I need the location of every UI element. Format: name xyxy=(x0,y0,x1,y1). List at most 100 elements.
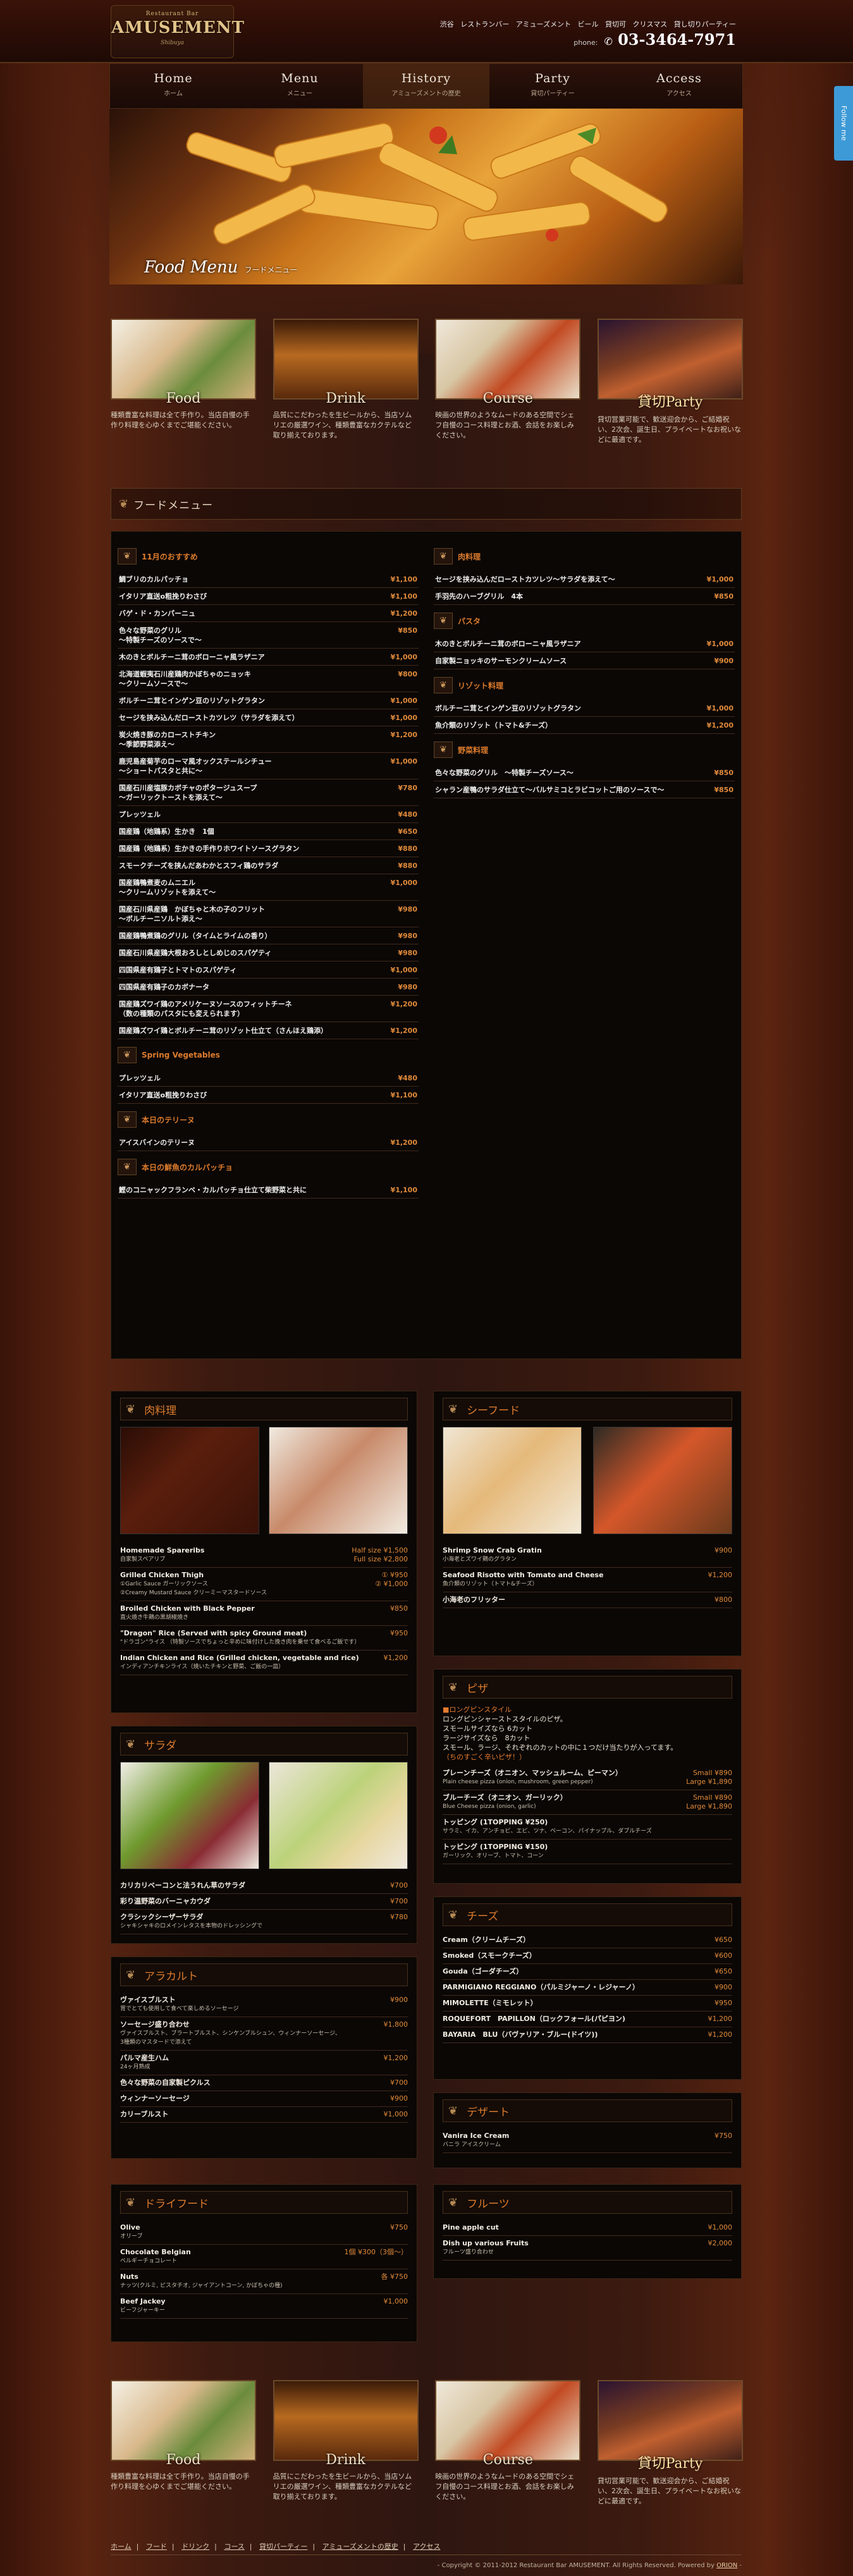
phone-icon: ✆ xyxy=(604,35,613,47)
menu-item-price: ¥880 xyxy=(398,845,417,853)
menu-item-name: シャラン産鴨のサラダ仕立て〜バルサミコとラビコットご用のソースで〜 xyxy=(435,786,665,794)
menu-item-name: Vanira Ice Cream xyxy=(443,2132,510,2140)
menu-row: Indian Chicken and Rice (Grilled chicken… xyxy=(120,1651,408,1675)
footer-link[interactable]: ドリンク xyxy=(181,2542,209,2551)
phone-number[interactable]: 03-3464-7971 xyxy=(618,30,736,49)
category-course[interactable]: Course 映画の世界のようなムードのある空間でシェフ自慢のコース料理とお酒、… xyxy=(435,2380,581,2506)
menu-item-text: クラシックシーザーサラダ シャキシャキのロメインレタスを本物のドレッシングで xyxy=(120,1913,262,1931)
menu-item-name: ヴァイスブルスト xyxy=(120,1996,176,2004)
menu-item-text: Nuts ナッツ(クルミ, ピスタチオ, ジャイアントコーン, かぼちゃの種) xyxy=(120,2273,283,2290)
ornament-icon: ❦ xyxy=(434,548,453,565)
nav-access[interactable]: Access アクセス xyxy=(616,64,742,108)
menu-item-price: ¥1,000 xyxy=(390,697,417,705)
dish-photo xyxy=(120,1427,259,1534)
site-logo[interactable]: Restaurant Bar AMUSEMENT Shibuya xyxy=(111,5,244,58)
menu-item-name: 魚介類のリゾット（トマト&チーズ） xyxy=(435,721,553,729)
menu-item-price: ¥650 xyxy=(715,1967,732,1975)
menu-item-price: ¥750 xyxy=(715,2132,732,2140)
nav-label-en: Access xyxy=(656,71,702,85)
ornament-icon: ❦ xyxy=(448,2104,458,2118)
menu-item-text: Vanira Ice Cream バニラ アイスクリーム xyxy=(443,2132,509,2149)
menu-row: MIMOLETTE（ミモレット） ¥950 xyxy=(443,1996,732,2011)
cheese-box: ❦ チーズ Cream（クリームチーズ） ¥650 Smoked（スモークチーズ） ¥60… xyxy=(433,1896,742,2080)
category-party[interactable]: 貸切Party 貸切営業可能で、歓送迎会から、ご結婚祝い、2次会、誕生日、プライ… xyxy=(597,319,743,445)
menu-item-name: イタリア直送o粗挽りわさび xyxy=(119,1091,207,1099)
category-party[interactable]: 貸切Party 貸切営業可能で、歓送迎会から、ご結婚祝い、2次会、誕生日、プライ… xyxy=(597,2380,743,2506)
top-link[interactable]: クリスマス xyxy=(632,20,667,28)
menu-item-text: Pine apple cut xyxy=(443,2223,499,2232)
nav-label-ja: ホーム xyxy=(164,90,183,97)
category-drink[interactable]: Drink 品質にこだわったを生ビールから、当店ソムリエの厳選ワイン、種類豊富な… xyxy=(273,319,419,445)
menu-row: 国産石川県産鶏 かぼちゃと木の子のフリット 〜ボルチーニソルト添え〜 ¥980 xyxy=(118,901,419,927)
menu-item-price: ¥1,200 xyxy=(390,1000,417,1008)
top-link[interactable]: 渋谷 xyxy=(440,20,454,28)
menu-item-price: ¥1,000 xyxy=(390,966,417,974)
footer-link[interactable]: ホーム xyxy=(111,2542,132,2551)
menu-item-text: Dish up various Fruits フルーツ盛り合わせ xyxy=(443,2239,529,2257)
menu-item-price: ¥950 xyxy=(390,1629,408,1637)
category-food[interactable]: Food 種類豊富な料理は全て手作り。当店自慢の手作り料理を心ゆくまでご堪能くだ… xyxy=(111,2380,256,2506)
menu-row: 鹿児島産菊芋のローマ風オックステールシチュー 〜ショートパスタと共に〜 ¥1,00… xyxy=(118,753,419,779)
menu-item-price: ¥1,000 xyxy=(383,2110,408,2118)
box-title: チーズ xyxy=(467,1910,499,1923)
menu-group-title: 11月のおすすめ xyxy=(142,552,198,561)
nav-label-en: Home xyxy=(154,71,193,85)
menu-row: 四国県産有鶏子とトマトのスパゲティ ¥1,000 xyxy=(118,961,419,979)
menu-item-name: 国産鶏鴨煮麦のムニエル 〜クリームリゾットを添えて〜 xyxy=(119,879,216,896)
top-link[interactable]: ビール xyxy=(577,20,598,28)
category-drink[interactable]: Drink 品質にこだわったを生ビールから、当店ソムリエの厳選ワイン、種類豊富な… xyxy=(273,2380,419,2506)
menu-row: スモークチーズを挟んだあわかとスフィ鶏のサラダ ¥880 xyxy=(118,857,419,874)
ornament-icon: ❦ xyxy=(118,548,137,565)
menu-item-desc: ヴァイスブルスト、ブラートブルスト、シンケンブルシュン、ウィンナーソーセージ、 … xyxy=(120,2030,341,2046)
menu-row: 国産鶏ズワイ鶏とボルチーニ茸のリゾット仕立て（さんほえ鶏添） ¥1,200 xyxy=(118,1022,419,1039)
ornament-icon: ❦ xyxy=(126,2195,136,2209)
menu-item-name: アイスバインのテリーヌ xyxy=(119,1138,195,1147)
menu-item-price: ¥800 xyxy=(715,1596,732,1604)
nav-party[interactable]: Party 貸切パーティー xyxy=(489,64,616,108)
menu-item-text: Cream（クリームチーズ） xyxy=(443,1936,530,1944)
menu-row: プレーンチーズ（オニオン、マッシュルーム、ピーマン） Plain cheese p… xyxy=(443,1766,732,1790)
category-food[interactable]: Food 種類豊富な料理は全て手作り。当店自慢の手作り料理を心ゆくまでご堪能くだ… xyxy=(111,319,256,445)
menu-row: 小海老のフリッター ¥800 xyxy=(443,1592,732,1608)
logo-sub-text: Shibuya xyxy=(161,40,184,46)
menu-item-name: スモークチーズを挟んだあわかとスフィ鶏のサラダ xyxy=(119,862,279,870)
top-link[interactable]: レストランバー xyxy=(460,20,509,28)
menu-item-name: 鹿児島産菊芋のローマ風オックステールシチュー 〜ショートパスタと共に〜 xyxy=(119,757,272,775)
nav-history[interactable]: History アミューズメントの歴史 xyxy=(363,64,489,108)
menu-item-price: ¥1,200 xyxy=(706,721,733,729)
top-link[interactable]: 貸し切りパーティー xyxy=(674,20,736,28)
menu-item-name: 四国県産有鶏子とトマトのスパゲティ xyxy=(119,966,237,974)
menu-group-title: パスタ xyxy=(458,616,481,626)
menu-row: パルマ産生ハム 24ヶ月熟成 ¥1,200 xyxy=(120,2051,408,2075)
ornament-icon: ❦ xyxy=(126,1968,136,1982)
top-link[interactable]: アミューズメント xyxy=(516,20,571,28)
copyright-end: - xyxy=(737,2562,742,2569)
box-title: フルーツ xyxy=(467,2197,510,2211)
box-title: シーフード xyxy=(467,1404,520,1417)
menu-item-desc: インディアンチキンライス（焼いたチキンと野菜、ご飯の一皿） xyxy=(120,1664,285,1670)
nav-home[interactable]: Home ホーム xyxy=(110,64,236,108)
menu-item-price: ¥850 xyxy=(398,626,417,635)
menu-item-name: PARMIGIANO REGGIANO（パルミジャーノ・レジャーノ） xyxy=(443,1983,639,1991)
category-title: 貸切Party xyxy=(637,394,703,410)
footer-link[interactable]: アクセス xyxy=(413,2542,440,2551)
category-course[interactable]: Course 映画の世界のようなムードのある空間でシェフ自慢のコース料理とお酒、… xyxy=(435,319,581,445)
footer-link[interactable]: フード xyxy=(146,2542,167,2551)
top-link[interactable]: 貸切可 xyxy=(605,20,626,28)
menu-item-text: Gouda（ゴーダチーズ） xyxy=(443,1967,523,1976)
powered-link[interactable]: ORION xyxy=(716,2562,737,2569)
nav-menu[interactable]: Menu メニュー xyxy=(236,64,363,108)
follow-me-tab[interactable]: Follow me xyxy=(834,86,853,161)
menu-item-name: Dish up various Fruits xyxy=(443,2239,529,2247)
dish-photo xyxy=(120,1762,259,1869)
menu-item-desc: 小海老とズワイ鶏のグラタン xyxy=(443,1556,517,1563)
footer-link[interactable]: 貸切パーティー xyxy=(259,2542,307,2551)
menu-row: プレッツェル ¥480 xyxy=(118,806,419,823)
menu-group-heading: ❦ 11月のおすすめ xyxy=(118,548,419,565)
dryfood-box: ❦ ドライフード Olive オリーブ ¥750 Chocolate Belgian ベルギ… xyxy=(111,2184,417,2342)
menu-item-text: Shrimp Snow Crab Gratin 小海老とズワイ鶏のグラタン xyxy=(443,1546,542,1564)
menu-item-name: Shrimp Snow Crab Gratin xyxy=(443,1546,542,1554)
menu-item-text: 小海老のフリッター xyxy=(443,1596,505,1604)
footer-link[interactable]: コース xyxy=(224,2542,244,2551)
footer-link[interactable]: アミューズメントの歴史 xyxy=(322,2542,398,2551)
